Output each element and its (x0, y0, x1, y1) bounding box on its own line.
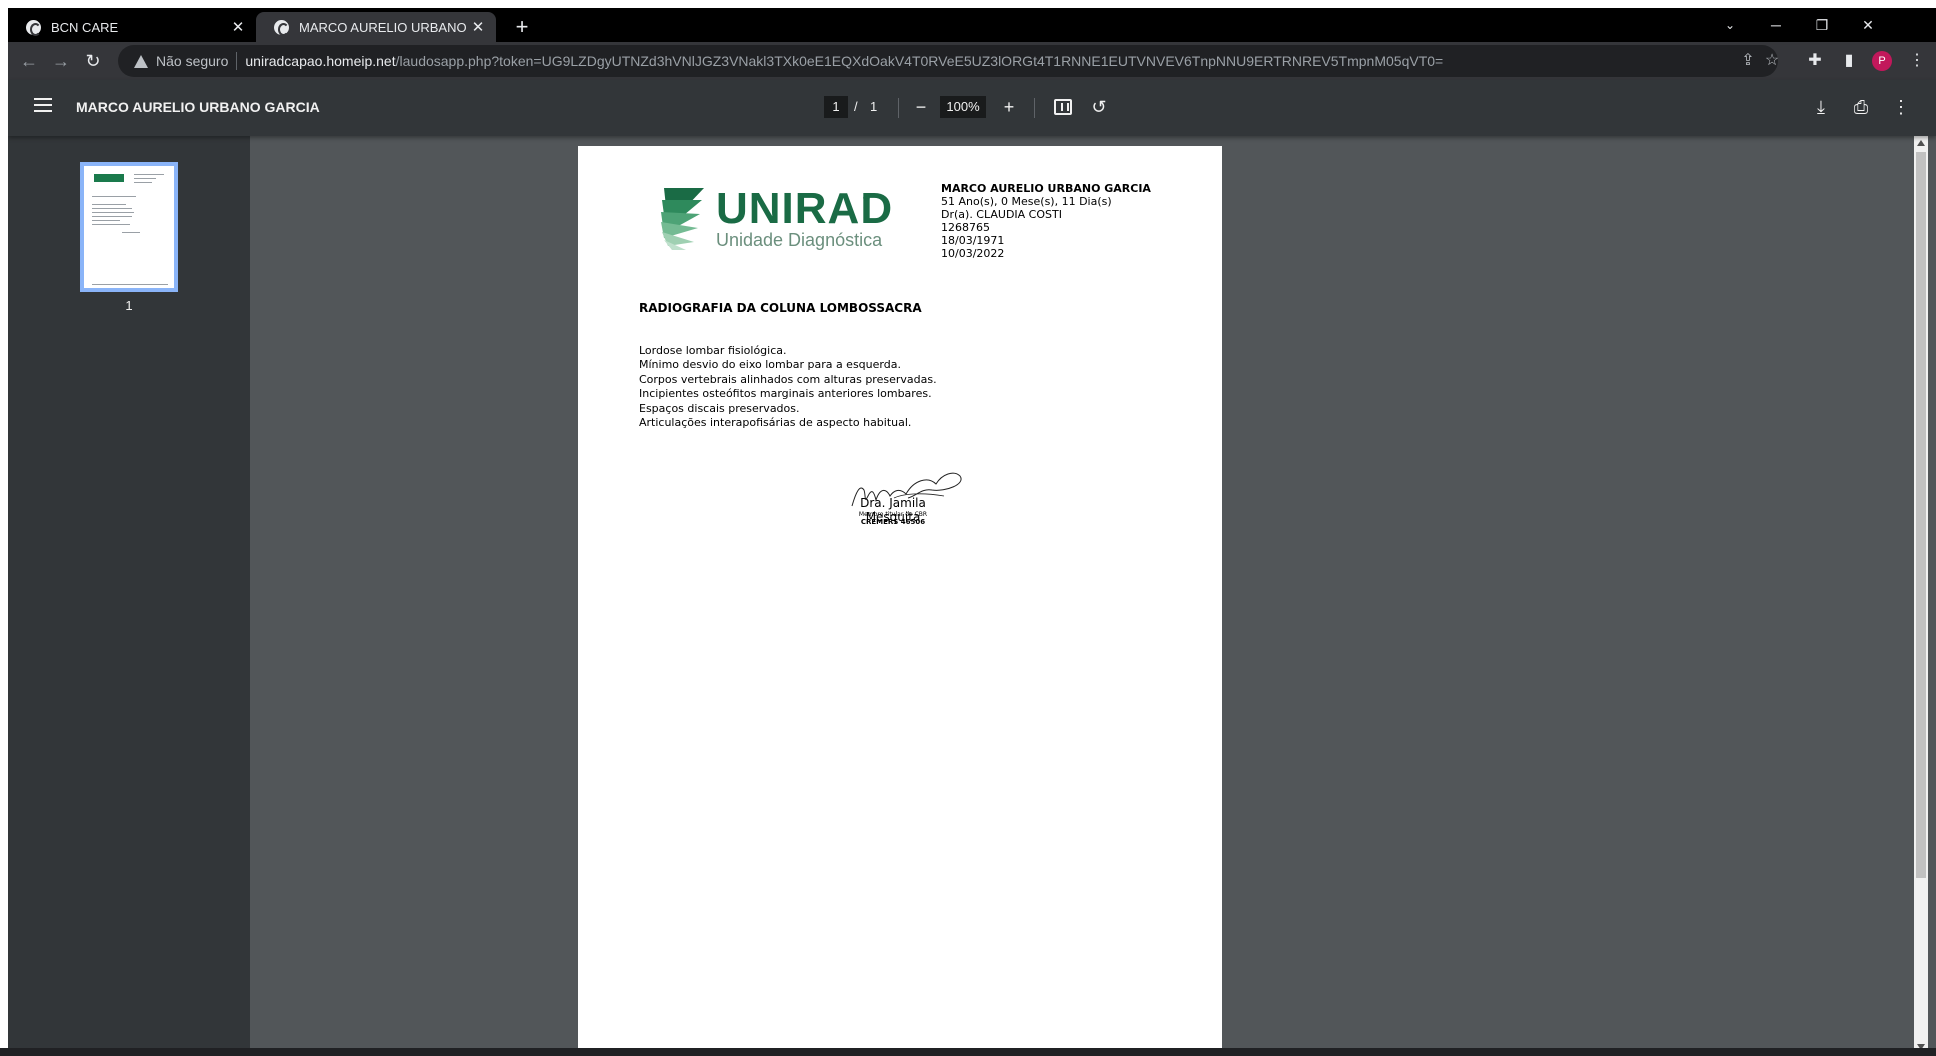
tab-title: MARCO AURELIO URBANO GARC (299, 19, 468, 35)
tab-search-icon[interactable]: ⌄ (1708, 8, 1752, 42)
signer-registry: CREMERS 46506 (860, 518, 926, 526)
back-button[interactable]: ← (14, 46, 44, 76)
finding-line: Incipientes osteófitos marginais anterio… (639, 387, 932, 401)
signer-title: Membro titular do CBR (858, 511, 928, 518)
reload-button[interactable]: ↻ (78, 46, 108, 76)
exam-title: RADIOGRAFIA DA COLUNA LOMBOSSACRA (639, 301, 922, 315)
toolbar-divider (1034, 98, 1035, 118)
toolbar-divider (898, 98, 899, 118)
scroll-thumb[interactable] (1916, 152, 1926, 878)
birth-date: 18/03/1971 (941, 234, 1005, 247)
print-icon[interactable]: ⎙ (1848, 94, 1874, 120)
patient-age: 51 Ano(s), 0 Mese(s), 11 Dia(s) (941, 195, 1112, 208)
patient-info: MARCO AURELIO URBANO GARCIA 51 Ano(s), 0… (941, 182, 1151, 260)
download-icon[interactable]: ⤓ (1808, 94, 1834, 120)
patient-id: 1268765 (941, 221, 990, 234)
zoom-input[interactable]: 100% (940, 96, 986, 118)
requesting-doctor: Dr(a). CLAUDIA COSTI (941, 208, 1062, 221)
rotate-icon[interactable]: ↺ (1086, 94, 1112, 120)
finding-line: Lordose lombar fisiológica. (639, 344, 787, 357)
extensions-icon[interactable]: ✚ (1800, 46, 1830, 76)
pdf-toolbar: MARCO AURELIO URBANO GARCIA 1 / 1 − 100%… (8, 80, 1936, 136)
close-tab-icon[interactable]: ✕ (228, 18, 248, 36)
profile-avatar[interactable]: P (1872, 51, 1892, 71)
logo-wordmark: UNIRAD (716, 184, 894, 233)
page-separator: / (854, 99, 858, 114)
warning-icon[interactable] (134, 54, 148, 68)
page-number-input[interactable]: 1 (824, 96, 848, 118)
security-label[interactable]: Não seguro (156, 53, 228, 69)
tab-strip: BCN CARE ✕ MARCO AURELIO URBANO GARC ✕ +… (8, 8, 1936, 42)
pdf-page: UNIRAD ® Unidade Diagnóstica MARCO AUREL… (578, 146, 1222, 1056)
tab-marco-aurelio[interactable]: MARCO AURELIO URBANO GARC ✕ (256, 12, 496, 42)
finding-line: Corpos vertebrais alinhados com alturas … (639, 372, 937, 386)
url-divider (236, 52, 238, 70)
thumbnail-page-number: 1 (125, 298, 133, 313)
star-icon[interactable]: ☆ (1758, 45, 1786, 77)
minimize-button[interactable]: ─ (1754, 8, 1798, 42)
url-host[interactable]: uniradcapao.homeip.net (245, 53, 395, 69)
tab-title: BCN CARE (51, 19, 119, 35)
document-title: MARCO AURELIO URBANO GARCIA (76, 99, 320, 115)
address-bar[interactable]: Não seguro uniradcapao.homeip.net /laudo… (118, 45, 1779, 77)
exam-date: 10/03/2022 (941, 247, 1005, 260)
url-path[interactable]: /laudosapp.php?token=UG9LZDgyUTNZd3hVNlJ… (396, 53, 1444, 69)
finding-line: Mínimo desvio do eixo lombar para a esqu… (639, 358, 901, 372)
restore-button[interactable]: ❐ (1800, 8, 1844, 42)
zoom-out-button[interactable]: − (908, 94, 934, 120)
globe-icon (26, 19, 41, 36)
browser-toolbar: ← → ↻ Não seguro uniradcapao.homeip.net … (8, 42, 1936, 80)
unirad-logo: UNIRAD ® Unidade Diagnóstica (658, 184, 892, 256)
logo-subtitle: Unidade Diagnóstica (716, 230, 883, 250)
forward-button[interactable]: → (46, 46, 76, 76)
menu-icon[interactable] (34, 98, 52, 112)
new-tab-button[interactable]: + (508, 14, 536, 42)
thumbnail-logo (94, 174, 124, 182)
screen: BCN CARE ✕ MARCO AURELIO URBANO GARC ✕ +… (0, 0, 1936, 1056)
side-panel-icon[interactable]: ▮ (1834, 46, 1864, 76)
patient-name: MARCO AURELIO URBANO GARCIA (941, 182, 1151, 195)
zoom-in-button[interactable]: + (996, 94, 1022, 120)
unirad-emblem-icon (661, 188, 704, 250)
vertical-scrollbar[interactable] (1914, 136, 1928, 1056)
finding-line: Articulações interapofisárias de aspecto… (639, 416, 912, 430)
taskbar-edge (0, 1048, 1936, 1056)
tab-bcn-care[interactable]: BCN CARE ✕ (8, 12, 256, 42)
close-tab-icon[interactable]: ✕ (468, 18, 488, 36)
scroll-up-arrow-icon[interactable] (1917, 140, 1925, 146)
signature-block: Dra. Jamila Mesquita Membro titular do C… (836, 466, 976, 538)
fit-to-page-icon[interactable] (1054, 99, 1072, 115)
more-actions-icon[interactable]: ⋮ (1888, 94, 1914, 120)
close-window-button[interactable]: ✕ (1846, 8, 1890, 42)
document-viewer: UNIRAD ® Unidade Diagnóstica MARCO AUREL… (250, 136, 1936, 1056)
globe-icon (274, 19, 289, 36)
findings-list: Lordose lombar fisiológica. Mínimo desvi… (639, 344, 937, 430)
browser-menu-icon[interactable]: ⋮ (1902, 46, 1932, 76)
registered-mark: ® (862, 194, 871, 204)
finding-line: Espaços discais preservados. (639, 401, 800, 415)
browser-window: BCN CARE ✕ MARCO AURELIO URBANO GARC ✕ +… (8, 8, 1936, 1056)
page-thumbnail[interactable] (80, 162, 178, 292)
page-total: 1 (870, 99, 878, 114)
thumbnail-sidebar: 1 (8, 136, 250, 1056)
